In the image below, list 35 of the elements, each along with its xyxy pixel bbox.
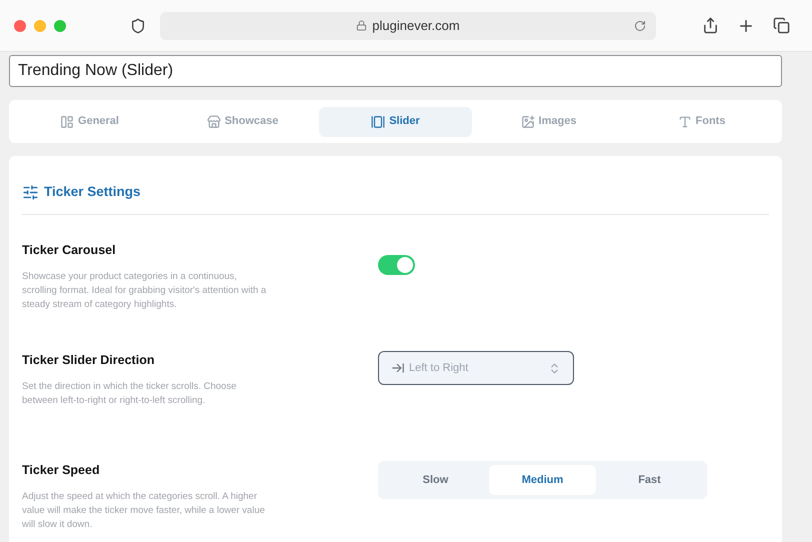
zoom-window-button[interactable] [54,20,66,32]
setting-title: Ticker Carousel [22,242,117,260]
toggle-switch[interactable] [378,255,415,276]
settings-tab[interactable]: General [13,106,166,136]
settings-tab[interactable]: Images [472,106,625,136]
settings-tab[interactable]: Showcase [166,106,319,136]
setting-description: Set the direction in which the ticker scrolls. Choose between left-to-right or right-to-left scrolling. [22,380,238,408]
font-icon [678,114,692,128]
tabs-overview-icon[interactable] [773,17,790,34]
speed-option[interactable]: Slow [382,465,489,496]
reload-icon[interactable] [634,20,646,32]
direction-select[interactable]: Left to Right [378,351,574,386]
share-icon[interactable] [702,17,719,34]
settings-tab[interactable]: Fonts [625,106,778,136]
speed-option[interactable]: Fast [596,465,703,496]
storefront-icon [206,114,221,128]
sliders-icon [22,184,39,201]
lock-icon [356,20,368,31]
close-window-button[interactable] [14,20,26,32]
select-value: Left to Right [409,361,470,376]
speed-option[interactable]: Medium [489,465,596,496]
address-bar[interactable]: pluginever.com [160,12,656,40]
setting-description: Showcase your product categories in a continuous, scrolling format. Ideal for grabbing visitor's attention with a steady stream of category highlights. [22,270,268,312]
settings-tab[interactable]: Slider [319,106,472,136]
setting-title: Ticker Slider Direction [22,352,156,370]
shield-icon[interactable] [130,18,146,34]
carousel-icon [371,114,386,128]
panel-icon [60,114,74,128]
section-title: Ticker Settings [44,183,141,201]
url-text: pluginever.com [372,16,460,35]
setting-description: Adjust the speed at which the categories scroll. A higher value will make the ticker move faster, while a lower value will slow it down. [22,490,266,532]
arrow-to-line-icon [391,361,405,376]
setting-title: Ticker Speed [22,462,101,480]
image-plus-icon [520,114,535,128]
title-input[interactable]: Trending Now (Slider) [9,55,782,87]
